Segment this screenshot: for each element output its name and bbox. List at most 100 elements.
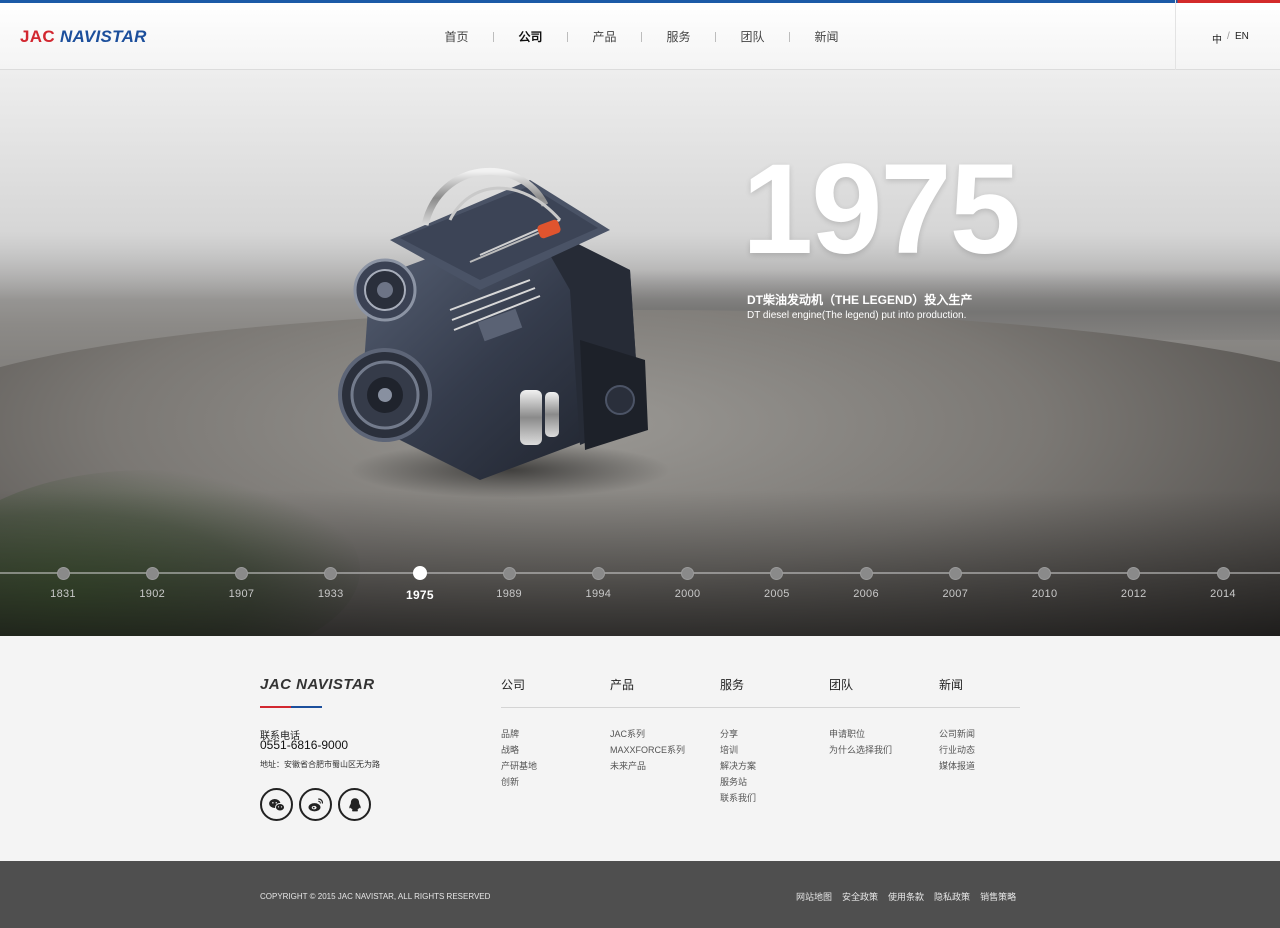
footer-column-title[interactable]: 服务: [720, 676, 756, 692]
timeline-year-label: 1975: [405, 588, 434, 602]
timeline-year-1831[interactable]: 1831: [33, 565, 93, 600]
footer-column: 新闻公司新闻 行业动态 媒体报道: [939, 676, 975, 774]
wechat-icon: [268, 798, 285, 811]
hero-vignette: [0, 490, 1280, 636]
footer-logo[interactable]: JAC NAVISTAR: [260, 676, 375, 693]
lang-chinese[interactable]: 中: [1212, 31, 1222, 46]
timeline-year-label: 2006: [853, 588, 879, 600]
timeline-year-label: 1831: [50, 588, 76, 600]
milestone-caption-cn: DT柴油发动机（THE LEGEND）投入生产: [747, 293, 973, 307]
address: 地址：安徽省合肥市蜀山区无为路: [260, 760, 380, 769]
lang-separator: /: [1227, 31, 1230, 42]
footer-legal-links: 网站地图 安全政策 使用条款 隐私政策 销售策略: [796, 890, 1026, 903]
timeline-year-1994[interactable]: 1994: [568, 565, 628, 600]
timeline-dot: [412, 566, 427, 580]
brand-logo[interactable]: JAC NAVISTAR: [20, 27, 147, 47]
footer-column-title[interactable]: 新闻: [939, 676, 975, 692]
timeline-dot: [234, 567, 248, 580]
nav-item-home[interactable]: 首页: [420, 28, 493, 45]
footer-link[interactable]: 联系我们: [720, 790, 756, 806]
footer-column: 公司品牌 战略 产研基地 创新: [501, 676, 537, 790]
timeline-year-2006[interactable]: 2006: [836, 565, 896, 600]
footer-link[interactable]: MAXXFORCE系列: [610, 742, 685, 758]
footer-link[interactable]: 媒体报道: [939, 758, 975, 774]
nav-item-service[interactable]: 服务: [642, 28, 715, 45]
timeline-year-label: 1902: [139, 588, 166, 600]
site-footer: JAC NAVISTAR 联系电话 0551-6816-9000 地址：安徽省合…: [0, 636, 1280, 861]
timeline-year-2005[interactable]: 2005: [747, 565, 807, 600]
footer-bottom-bar: COPYRIGHT © 2015 JAC NAVISTAR, ALL RIGHT…: [0, 861, 1280, 928]
timeline-year-1907[interactable]: 1907: [211, 565, 271, 600]
footer-link[interactable]: 品牌: [501, 726, 537, 742]
current-year-display: 1975: [742, 138, 1021, 281]
footer-link[interactable]: 服务站: [720, 774, 756, 790]
qq-icon: [348, 797, 361, 811]
timeline-year-label: 2000: [674, 588, 701, 600]
timeline-year-1933[interactable]: 1933: [301, 565, 361, 600]
lang-english[interactable]: EN: [1235, 31, 1249, 42]
footer-link[interactable]: 分享: [720, 726, 756, 742]
footer-link[interactable]: 为什么选择我们: [829, 742, 892, 758]
timeline-dot: [502, 567, 516, 580]
timeline-year-2010[interactable]: 2010: [1015, 565, 1075, 600]
footer-logo-bar: [260, 706, 322, 708]
timeline-year-label: 2012: [1120, 588, 1147, 600]
timeline-year-1989[interactable]: 1989: [479, 565, 539, 600]
footer-link[interactable]: 未来产品: [610, 758, 685, 774]
site-header: JAC NAVISTAR 首页 公司 产品 服务 团队 新闻 中 / EN: [0, 0, 1280, 70]
logo-jac-text: JAC: [20, 27, 55, 46]
nav-item-products[interactable]: 产品: [568, 28, 641, 45]
timeline-dot: [1216, 567, 1230, 580]
timeline-dot: [681, 567, 695, 580]
nav-item-news[interactable]: 新闻: [790, 28, 863, 45]
footer-column-title[interactable]: 公司: [501, 676, 537, 692]
timeline-track: [0, 572, 1280, 574]
nav-item-team[interactable]: 团队: [716, 28, 789, 45]
timeline-year-label: 2014: [1210, 588, 1236, 600]
sitemap-link[interactable]: 网站地图: [796, 890, 832, 903]
footer-link[interactable]: 产研基地: [501, 758, 537, 774]
timeline-dot: [591, 567, 605, 580]
diesel-engine-image: [338, 167, 670, 498]
terms-link[interactable]: 使用条款: [888, 890, 924, 903]
qq-button[interactable]: [338, 788, 371, 821]
timeline-year-1975[interactable]: 1975: [390, 565, 450, 602]
footer-link[interactable]: 申请职位: [829, 726, 892, 742]
timeline-year-2007[interactable]: 2007: [925, 565, 985, 600]
footer-column: 团队申请职位 为什么选择我们: [829, 676, 892, 758]
timeline-year-2014[interactable]: 2014: [1193, 565, 1253, 600]
timeline-dot: [1038, 567, 1052, 580]
wechat-button[interactable]: [260, 788, 293, 821]
footer-link[interactable]: 培训: [720, 742, 756, 758]
language-switcher: 中 / EN: [1175, 0, 1280, 70]
footer-link[interactable]: 公司新闻: [939, 726, 975, 742]
footer-column-title[interactable]: 产品: [610, 676, 685, 692]
header-accent-line: [0, 0, 1280, 3]
timeline-year-1902[interactable]: 1902: [122, 565, 182, 600]
footer-link[interactable]: 行业动态: [939, 742, 975, 758]
main-navigation: 首页 公司 产品 服务 团队 新闻: [420, 28, 863, 45]
footer-link[interactable]: JAC系列: [610, 726, 685, 742]
timeline-dot: [859, 567, 873, 580]
timeline-dot: [948, 567, 962, 580]
footer-link[interactable]: 战略: [501, 742, 537, 758]
nav-item-company[interactable]: 公司: [494, 28, 567, 45]
weibo-button[interactable]: [299, 788, 332, 821]
footer-column-title[interactable]: 团队: [829, 676, 892, 692]
security-policy-link[interactable]: 安全政策: [842, 890, 878, 903]
timeline-year-label: 1933: [317, 588, 344, 600]
copyright-text: COPYRIGHT © 2015 JAC NAVISTAR, ALL RIGHT…: [260, 892, 491, 901]
phone-number: 0551-6816-9000: [260, 738, 349, 752]
timeline-year-2000[interactable]: 2000: [658, 565, 718, 600]
footer-link[interactable]: 创新: [501, 774, 537, 790]
footer-column: 服务分享 培训 解决方案 服务站 联系我们: [720, 676, 756, 806]
privacy-policy-link[interactable]: 隐私政策: [934, 890, 970, 903]
timeline-year-label: 1907: [228, 588, 255, 600]
history-hero: 1975 DT柴油发动机（THE LEGEND）投入生产 DT diesel e…: [0, 70, 1280, 636]
timeline-dot: [145, 567, 159, 580]
footer-link[interactable]: 解决方案: [720, 758, 756, 774]
footer-column: 产品 JAC系列 MAXXFORCE系列 未来产品: [610, 676, 685, 774]
sales-policy-link[interactable]: 销售策略: [980, 890, 1016, 903]
timeline-year-2012[interactable]: 2012: [1104, 565, 1164, 600]
timeline-dot: [770, 567, 784, 580]
